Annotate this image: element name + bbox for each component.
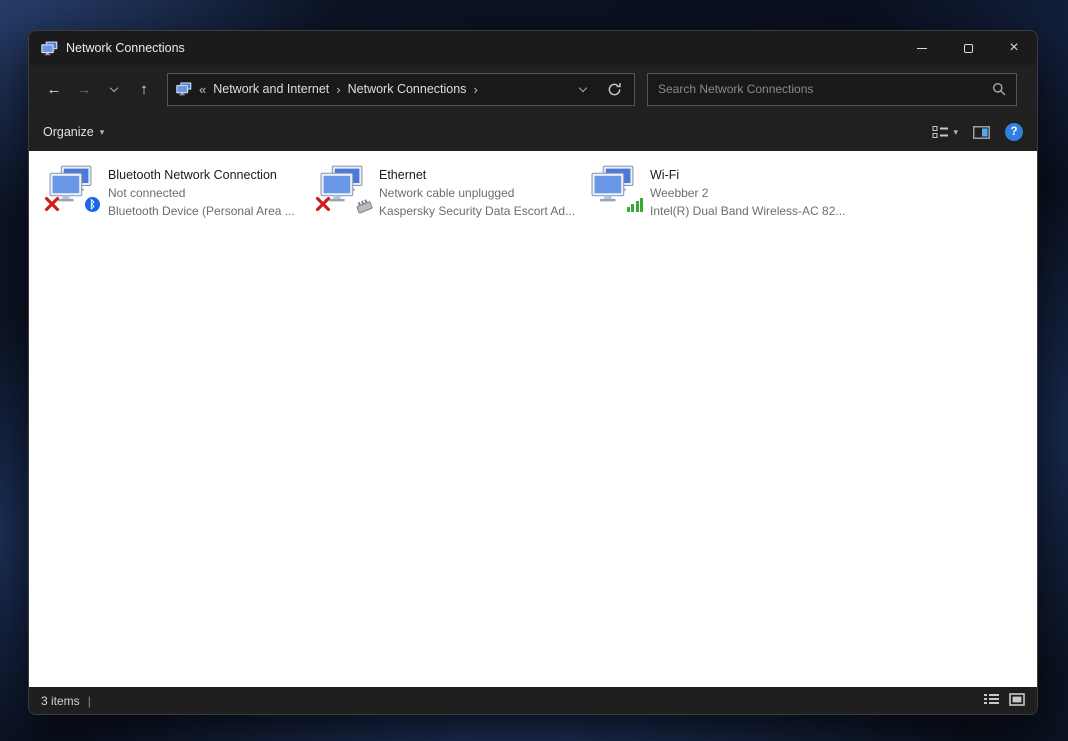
caret-down-icon: ▾ xyxy=(953,127,958,138)
up-icon: ↑ xyxy=(140,81,148,98)
wifi-signal-bars-icon xyxy=(627,198,644,212)
connection-name: Bluetooth Network Connection xyxy=(108,166,295,184)
connections-list: ᛒ Bluetooth Network Connection Not conne… xyxy=(29,151,1037,687)
chevron-down-icon xyxy=(110,83,118,91)
status-bar: 3 items | xyxy=(29,687,1037,714)
large-icons-view-icon xyxy=(1009,693,1025,706)
caret-down-icon: ▾ xyxy=(100,127,105,138)
items-count: 3 items xyxy=(41,694,80,708)
connection-status: Not connected xyxy=(108,184,295,202)
connection-name: Ethernet xyxy=(379,166,575,184)
connection-device: Kaspersky Security Data Escort Ad... xyxy=(379,202,575,220)
up-button[interactable]: ↑ xyxy=(129,74,159,104)
minimize-icon xyxy=(917,48,927,49)
breadcrumb-collapsed-chevrons[interactable]: « xyxy=(199,82,206,97)
app-network-icon xyxy=(41,41,58,56)
preview-pane-icon xyxy=(973,126,990,139)
breadcrumb-separator-icon[interactable]: › xyxy=(473,82,477,97)
window-title: Network Connections xyxy=(66,41,185,55)
disconnected-x-icon xyxy=(315,196,331,212)
disconnected-x-icon xyxy=(44,196,60,212)
status-divider: | xyxy=(88,694,91,708)
search-input[interactable] xyxy=(658,82,986,96)
connection-tile-bluetooth[interactable]: ᛒ Bluetooth Network Connection Not conne… xyxy=(49,164,320,220)
change-view-button[interactable]: ▾ xyxy=(932,125,958,139)
back-button[interactable]: ← xyxy=(39,74,69,104)
search-icon xyxy=(992,82,1006,96)
close-icon: × xyxy=(1009,40,1018,56)
network-adapter-icon xyxy=(591,165,641,213)
close-button[interactable]: × xyxy=(991,31,1037,65)
network-adapter-icon xyxy=(320,165,370,213)
maximize-icon xyxy=(964,44,973,53)
breadcrumb-separator-icon[interactable]: › xyxy=(336,82,340,97)
refresh-button[interactable] xyxy=(602,74,626,105)
connection-status: Network cable unplugged xyxy=(379,184,575,202)
connection-text: Bluetooth Network Connection Not connect… xyxy=(108,164,295,220)
minimize-button[interactable] xyxy=(899,31,945,65)
forward-button[interactable]: → xyxy=(69,74,99,104)
network-connections-window: Network Connections × ← → ↑ « Network an… xyxy=(28,30,1038,715)
connection-text: Ethernet Network cable unplugged Kaspers… xyxy=(379,164,575,220)
connection-device: Bluetooth Device (Personal Area ... xyxy=(108,202,295,220)
breadcrumb-item-network-connections[interactable]: Network Connections xyxy=(348,82,467,96)
command-bar: Organize ▾ ▾ ? xyxy=(29,113,1037,151)
back-icon: ← xyxy=(47,81,62,98)
organize-button[interactable]: Organize ▾ xyxy=(43,125,104,139)
organize-label: Organize xyxy=(43,125,94,139)
refresh-icon xyxy=(607,82,622,97)
bluetooth-badge-icon: ᛒ xyxy=(85,197,100,212)
network-adapter-icon: ᛒ xyxy=(49,165,99,213)
ethernet-plug-icon xyxy=(352,196,376,215)
address-bar[interactable]: « Network and Internet › Network Connect… xyxy=(167,73,635,106)
help-button[interactable]: ? xyxy=(1005,123,1023,141)
connection-text: Wi-Fi Weebber 2 Intel(R) Dual Band Wirel… xyxy=(650,164,845,220)
recent-locations-button[interactable] xyxy=(99,74,129,104)
help-icon: ? xyxy=(1010,126,1017,138)
connection-status: Weebber 2 xyxy=(650,184,845,202)
forward-icon: → xyxy=(77,81,92,98)
maximize-button[interactable] xyxy=(945,31,991,65)
address-network-icon xyxy=(176,82,192,96)
breadcrumb-item-network-and-internet[interactable]: Network and Internet xyxy=(213,82,329,96)
details-view-button[interactable] xyxy=(984,693,999,708)
connection-device: Intel(R) Dual Band Wireless-AC 82... xyxy=(650,202,845,220)
navigation-bar: ← → ↑ « Network and Internet › Network C… xyxy=(29,65,1037,113)
large-icons-view-button[interactable] xyxy=(1009,693,1025,709)
details-view-icon xyxy=(984,693,999,705)
connection-tile-ethernet[interactable]: Ethernet Network cable unplugged Kaspers… xyxy=(320,164,591,220)
address-dropdown-button[interactable] xyxy=(571,74,595,105)
chevron-down-icon xyxy=(579,83,587,91)
connection-name: Wi-Fi xyxy=(650,166,845,184)
search-box xyxy=(647,73,1017,106)
titlebar[interactable]: Network Connections × xyxy=(29,31,1037,65)
change-view-icon xyxy=(932,125,949,139)
preview-pane-button[interactable] xyxy=(973,126,990,139)
connection-tile-wifi[interactable]: Wi-Fi Weebber 2 Intel(R) Dual Band Wirel… xyxy=(591,164,862,220)
